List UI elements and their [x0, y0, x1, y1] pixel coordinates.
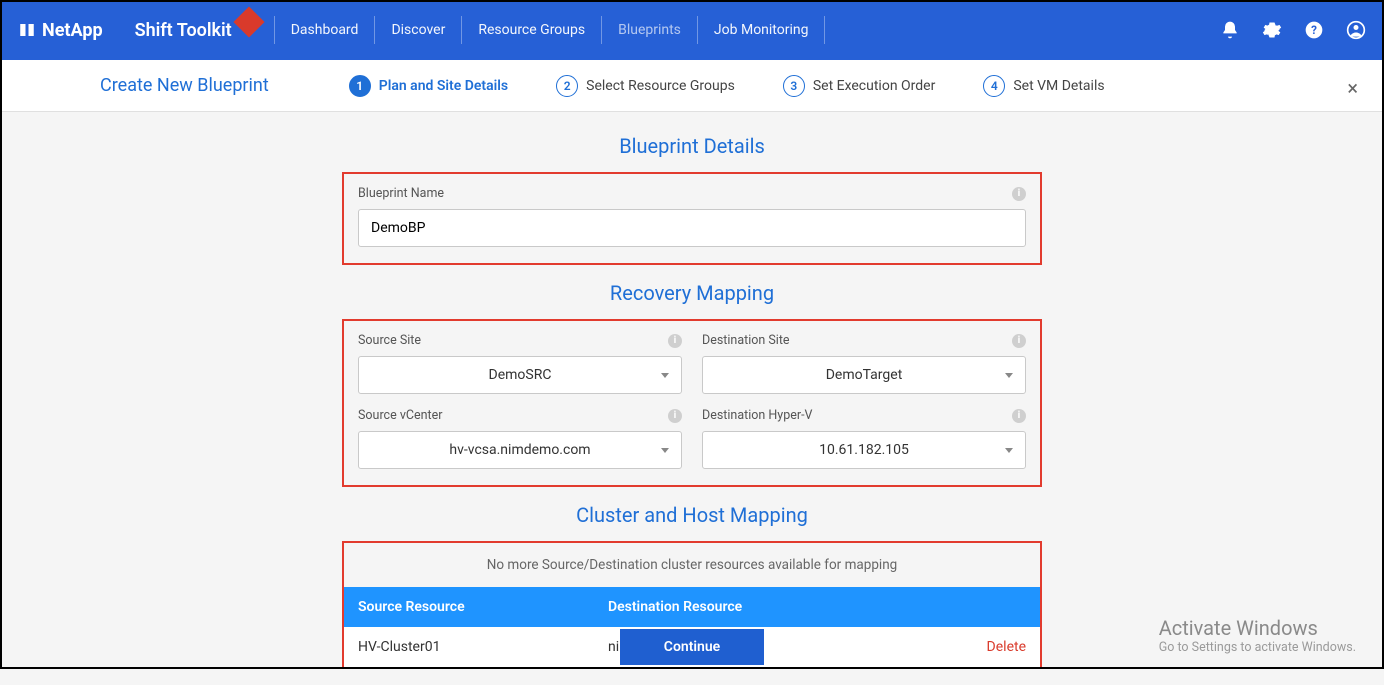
dest-hv-select[interactable]: 10.61.182.105 — [702, 431, 1026, 469]
top-nav: NetApp Shift Toolkit Dashboard Discover … — [0, 0, 1384, 60]
dest-hv-value: 10.61.182.105 — [819, 442, 909, 458]
dest-hv-label: Destination Hyper-V i — [702, 408, 1026, 423]
nav-divider — [461, 16, 462, 44]
nav-divider — [697, 16, 698, 44]
brand-text: NetApp — [42, 20, 103, 41]
user-icon[interactable] — [1346, 20, 1366, 40]
info-icon[interactable]: i — [1012, 409, 1026, 423]
source-site-label: Source Site i — [358, 333, 682, 348]
brand-logo: NetApp — [18, 20, 103, 41]
step-number: 2 — [556, 75, 578, 97]
nav-discover[interactable]: Discover — [389, 18, 447, 42]
step-label: Select Resource Groups — [586, 78, 735, 94]
step-label: Set VM Details — [1013, 78, 1104, 94]
dest-hv-label-text: Destination Hyper-V — [702, 408, 813, 423]
cluster-table-header: Source Resource Destination Resource — [344, 587, 1040, 627]
page-title: Create New Blueprint — [100, 75, 269, 96]
bell-icon[interactable] — [1220, 20, 1240, 40]
nav-blueprints[interactable]: Blueprints — [616, 18, 683, 42]
source-vcenter-label-text: Source vCenter — [358, 408, 443, 423]
nav-divider — [374, 16, 375, 44]
recovery-mapping-title: Recovery Mapping — [610, 281, 774, 305]
app-title: Shift Toolkit — [135, 19, 260, 41]
nav-divider — [601, 16, 602, 44]
blueprint-details-title: Blueprint Details — [619, 134, 765, 158]
nav-dashboard[interactable]: Dashboard — [289, 18, 361, 42]
step-label: Set Execution Order — [813, 78, 936, 94]
header-source: Source Resource — [358, 599, 608, 615]
netapp-logo-icon — [18, 21, 36, 39]
nav-resource-groups[interactable]: Resource Groups — [476, 18, 587, 42]
app-title-text: Shift Toolkit — [135, 20, 232, 41]
continue-button[interactable]: Continue — [620, 629, 764, 665]
nav-divider — [274, 16, 275, 44]
info-icon[interactable]: i — [668, 409, 682, 423]
dest-site-label-text: Destination Site — [702, 333, 790, 348]
source-vcenter-label: Source vCenter i — [358, 408, 682, 423]
step-number: 3 — [783, 75, 805, 97]
info-icon[interactable]: i — [1012, 187, 1026, 201]
step-plan-site[interactable]: 1 Plan and Site Details — [349, 75, 508, 97]
source-site-select[interactable]: DemoSRC — [358, 356, 682, 394]
blueprint-details-card: Blueprint Name i — [342, 172, 1042, 265]
step-label: Plan and Site Details — [379, 78, 508, 94]
main-content: Blueprint Details Blueprint Name i Recov… — [0, 112, 1384, 685]
bp-name-input[interactable] — [358, 209, 1026, 247]
source-site-value: DemoSRC — [489, 367, 552, 383]
help-icon[interactable]: ? — [1304, 20, 1324, 40]
dest-site-value: DemoTarget — [826, 367, 903, 383]
watermark-title: Activate Windows — [1159, 616, 1356, 640]
bp-name-label-text: Blueprint Name — [358, 186, 444, 201]
dest-site-label: Destination Site i — [702, 333, 1026, 348]
source-vcenter-value: hv-vcsa.nimdemo.com — [449, 442, 590, 458]
nav-right: ? — [1220, 20, 1366, 40]
step-exec-order[interactable]: 3 Set Execution Order — [783, 75, 936, 97]
header-dest: Destination Resource — [608, 599, 1026, 615]
windows-activation-watermark: Activate Windows Go to Settings to activ… — [1159, 616, 1356, 655]
step-number: 1 — [349, 75, 371, 97]
wizard-steps: 1 Plan and Site Details 2 Select Resourc… — [349, 75, 1105, 97]
step-vm-details[interactable]: 4 Set VM Details — [983, 75, 1104, 97]
gear-icon[interactable] — [1262, 20, 1282, 40]
svg-text:?: ? — [1311, 23, 1317, 37]
recovery-mapping-card: Source Site i DemoSRC Destination Site i… — [342, 319, 1042, 487]
watermark-sub: Go to Settings to activate Windows. — [1159, 640, 1356, 655]
source-vcenter-select[interactable]: hv-vcsa.nimdemo.com — [358, 431, 682, 469]
info-icon[interactable]: i — [668, 334, 682, 348]
dest-site-select[interactable]: DemoTarget — [702, 356, 1026, 394]
no-more-resources-msg: No more Source/Destination cluster resou… — [344, 549, 1040, 587]
step-number: 4 — [983, 75, 1005, 97]
bp-name-label: Blueprint Name i — [358, 186, 1026, 201]
info-icon[interactable]: i — [1012, 334, 1026, 348]
nav-job-monitoring[interactable]: Job Monitoring — [712, 18, 811, 42]
preview-badge-icon — [233, 6, 264, 37]
cluster-host-title: Cluster and Host Mapping — [576, 503, 808, 527]
close-icon[interactable]: × — [1347, 76, 1358, 100]
nav-divider — [824, 16, 825, 44]
source-site-label-text: Source Site — [358, 333, 421, 348]
wizard-subheader: Create New Blueprint 1 Plan and Site Det… — [0, 60, 1384, 112]
step-select-rg[interactable]: 2 Select Resource Groups — [556, 75, 735, 97]
